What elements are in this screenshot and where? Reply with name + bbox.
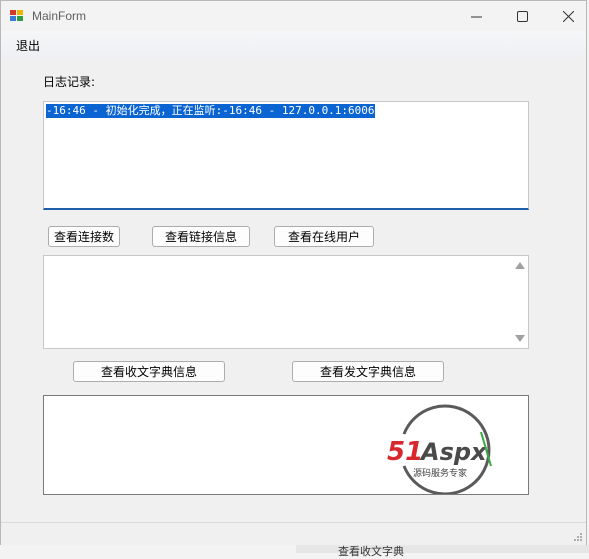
maximize-icon [516, 10, 528, 22]
scroll-down-icon[interactable] [515, 335, 525, 342]
title-bar[interactable]: MainForm [1, 1, 586, 31]
listbox-scrollbar[interactable] [511, 256, 528, 348]
resize-grip-icon[interactable] [573, 532, 583, 542]
app-icon [10, 10, 24, 22]
log-label: 日志记录: [43, 75, 96, 89]
logo-icon: 51 Aspx 源码服务专家 [387, 404, 492, 496]
brand-logo: 51 Aspx 源码服务专家 [387, 404, 517, 496]
view-online-users-button[interactable]: 查看在线用户 [274, 226, 374, 247]
svg-text:Aspx: Aspx [419, 438, 488, 466]
main-window: MainForm 退出 日志记录: -16:46 - 初始化完成，正在监听:-1… [0, 0, 587, 545]
view-recv-dict-button[interactable]: 查看收文字典信息 [73, 361, 225, 382]
scroll-up-icon[interactable] [515, 262, 525, 269]
window-title: MainForm [32, 9, 87, 23]
status-bar [1, 522, 586, 545]
minimize-button[interactable] [453, 1, 499, 31]
close-button[interactable] [545, 1, 589, 31]
menu-bar: 退出 [1, 31, 586, 58]
log-selected-line: -16:46 - 初始化完成，正在监听:-16:46 - 127.0.0.1:6… [46, 104, 375, 118]
background-window-text: 查看收文字典 [338, 545, 404, 558]
maximize-button[interactable] [499, 1, 545, 31]
info-listbox[interactable] [43, 255, 529, 349]
view-link-info-button[interactable]: 查看链接信息 [152, 226, 250, 247]
view-connections-button[interactable]: 查看连接数 [48, 226, 120, 247]
menu-item-exit[interactable]: 退出 [11, 37, 45, 54]
dict-info-panel: 51 Aspx 源码服务专家 [43, 395, 529, 496]
minimize-icon [470, 16, 482, 17]
log-textbox[interactable]: -16:46 - 初始化完成，正在监听:-16:46 - 127.0.0.1:6… [43, 101, 529, 210]
view-send-dict-button[interactable]: 查看发文字典信息 [292, 361, 444, 382]
svg-text:源码服务专家: 源码服务专家 [413, 467, 467, 479]
close-icon [562, 10, 574, 22]
svg-text:51: 51 [387, 437, 423, 467]
